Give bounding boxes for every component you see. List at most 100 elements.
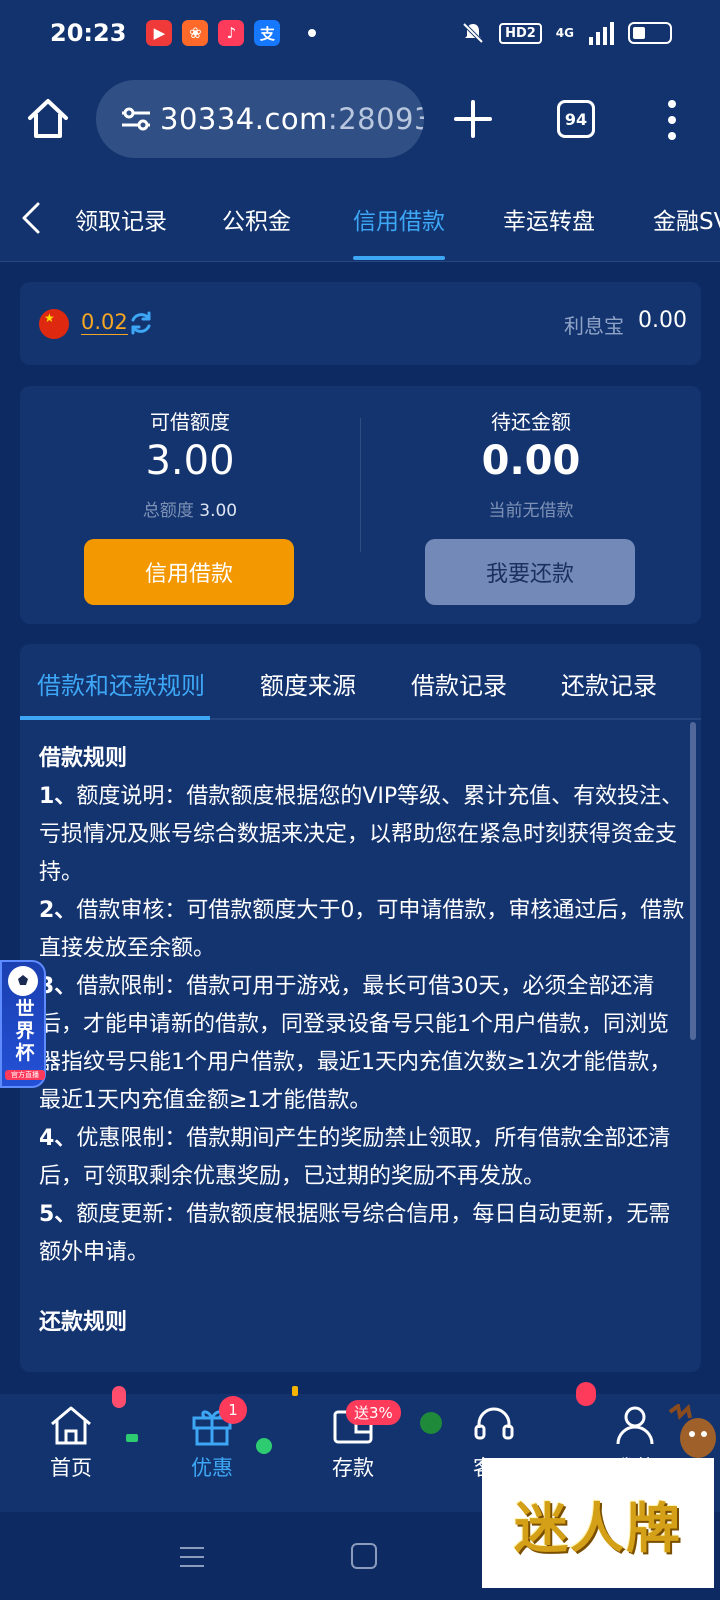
hd-badge: HD2 xyxy=(499,22,542,44)
world-cup-floating-badge[interactable]: 世界杯 官方直播 xyxy=(0,960,46,1088)
rule-item-2: 2、借款审核：可借款额度大于0，可申请借款，审核通过后，借款直接发放至余额。 xyxy=(39,892,687,968)
nav-promotions[interactable]: 优惠 1 xyxy=(167,1396,257,1482)
status-time: 20:23 xyxy=(50,19,127,47)
watermark-logo: 迷人牌 xyxy=(482,1458,714,1588)
watermark-text: 迷人牌 xyxy=(514,1495,682,1560)
tab-switcher-button[interactable]: 94 xyxy=(557,100,595,138)
nav-home[interactable]: 首页 xyxy=(26,1402,116,1482)
rule-num: 4、 xyxy=(39,1126,77,1151)
interest-treasure-value: 0.00 xyxy=(638,308,687,333)
rule-title: 借款审核： xyxy=(76,898,187,923)
total-credit: 总额度 3.00 xyxy=(20,496,360,521)
tab-finance-svip[interactable]: 金融SVIP xyxy=(653,202,720,236)
battery-level xyxy=(633,27,645,39)
url-port: :28093 xyxy=(327,102,424,136)
world-cup-title: 世界杯 xyxy=(15,998,35,1064)
address-bar[interactable]: 30334.com:28093 xyxy=(96,80,424,158)
user-icon xyxy=(616,1406,654,1445)
soccer-ball-icon xyxy=(8,966,38,996)
page-nav-tabs: 领取记录 公积金 信用借款 幸运转盘 金融SVIP xyxy=(0,174,720,262)
url-text[interactable]: 30334.com:28093 xyxy=(160,102,424,136)
rules-panel: 借款和还款规则 额度来源 借款记录 还款记录 借款规则 1、额度说明：借款额度根… xyxy=(20,644,701,1372)
rules-tabs: 借款和还款规则 额度来源 借款记录 还款记录 xyxy=(20,644,701,720)
home-icon xyxy=(51,1406,91,1445)
network-type: 4G xyxy=(555,26,574,40)
rule-item-5: 5、额度更新：借款额度根据账号综合信用，每日自动更新，无需额外申请。 xyxy=(39,1196,687,1272)
pending-repay-label: 待还金额 xyxy=(491,410,571,434)
tab-credit-source[interactable]: 额度来源 xyxy=(260,666,356,701)
status-bar: 20:23 ▶ ❀ ♪ 支 HD2 4G xyxy=(0,0,720,66)
no-loan-text: 当前无借款 xyxy=(488,501,574,521)
rule-title: 额度说明： xyxy=(76,784,187,809)
deposit-promo-badge: 送3% xyxy=(346,1400,401,1425)
tab-lucky-wheel[interactable]: 幸运转盘 xyxy=(503,202,595,236)
moose-mascot-icon xyxy=(668,1404,716,1458)
confetti-decoration xyxy=(292,1386,298,1396)
promotions-count-badge: 1 xyxy=(219,1396,247,1424)
video-app-icon: ▶ xyxy=(146,20,173,46)
rule-num: 2、 xyxy=(39,898,77,923)
confetti-decoration xyxy=(420,1412,442,1434)
active-tab-indicator xyxy=(353,256,445,260)
interest-treasure-label: 利息宝 xyxy=(564,314,624,338)
chevron-left-icon[interactable] xyxy=(18,200,44,236)
system-home-icon[interactable] xyxy=(351,1543,377,1569)
world-cup-subtitle: 官方直播 xyxy=(5,1070,45,1080)
rule-title: 额度更新： xyxy=(76,1202,187,1227)
credit-loan-button[interactable]: 信用借款 xyxy=(84,539,294,605)
url-host: 30334.com xyxy=(160,102,328,136)
refresh-icon[interactable] xyxy=(128,310,154,336)
tab-provident-fund[interactable]: 公积金 xyxy=(222,202,291,236)
nav-deposit-label: 存款 xyxy=(332,1456,374,1480)
total-credit-value: 3.00 xyxy=(199,501,238,521)
notification-dot-icon xyxy=(308,29,317,37)
confetti-decoration xyxy=(576,1382,596,1406)
rule-title: 优惠限制： xyxy=(76,1126,187,1151)
tab-repay-records[interactable]: 还款记录 xyxy=(561,666,657,701)
rule-item-3: 3、借款限制：借款可用于游戏，最长可借30天，必须全部还清后，才能申请新的借款，… xyxy=(39,968,687,1120)
rules-active-tab-indicator xyxy=(20,716,210,720)
rule-item-1: 1、额度说明：借款额度根据您的VIP等级、累计充值、有效投注、亏损情况及账号综合… xyxy=(39,778,687,892)
confetti-decoration xyxy=(256,1438,272,1454)
alipay-app-icon: 支 xyxy=(254,20,281,46)
rule-num: 1、 xyxy=(39,784,77,809)
nav-home-label: 首页 xyxy=(50,1456,92,1480)
signal-icon xyxy=(589,22,614,45)
nav-promotions-label: 优惠 xyxy=(191,1456,233,1480)
headset-icon xyxy=(474,1407,514,1440)
home-icon[interactable] xyxy=(26,96,70,140)
battery-icon xyxy=(628,22,672,44)
mute-bell-icon xyxy=(462,22,484,44)
rules-content: 借款规则 1、额度说明：借款额度根据您的VIP等级、累计充值、有效投注、亏损情况… xyxy=(39,740,687,1342)
status-indicators: HD2 4G xyxy=(461,21,672,45)
china-flag-icon: ★ xyxy=(39,309,69,339)
recent-apps-icon[interactable] xyxy=(178,1544,206,1570)
rule-title: 借款限制： xyxy=(76,974,187,999)
tab-receive-records[interactable]: 领取记录 xyxy=(75,202,167,236)
credit-summary-card: 可借额度 3.00 总额度 3.00 待还金额 0.00 当前无借款 信用借款 … xyxy=(20,386,701,624)
confetti-decoration xyxy=(126,1434,138,1442)
confetti-decoration xyxy=(112,1386,126,1408)
tab-loan-repay-rules[interactable]: 借款和还款规则 xyxy=(37,666,205,701)
nav-deposit[interactable]: 存款 送3% xyxy=(308,1400,401,1482)
rule-item-4: 4、优惠限制：借款期间产生的奖励禁止领取，所有借款全部还清后，可领取剩余优惠奖励… xyxy=(39,1120,687,1196)
pending-repay-value: 0.00 xyxy=(481,438,581,484)
loan-rules-heading: 借款规则 xyxy=(39,746,128,771)
site-settings-icon[interactable] xyxy=(116,99,156,139)
tab-credit-loan[interactable]: 信用借款 xyxy=(353,202,445,236)
total-credit-label: 总额度 xyxy=(142,501,194,521)
rules-scrollbar[interactable] xyxy=(690,722,696,1040)
more-menu-icon[interactable] xyxy=(666,98,678,142)
tab-loan-records[interactable]: 借款记录 xyxy=(411,666,507,701)
repay-button[interactable]: 我要还款 xyxy=(425,539,635,605)
rule-num: 5、 xyxy=(39,1202,77,1227)
wallet-balance[interactable]: 0.02 xyxy=(81,310,128,335)
shop-app-icon: ❀ xyxy=(182,20,209,46)
browser-toolbar: 30334.com:28093 94 xyxy=(0,66,720,174)
new-tab-icon[interactable] xyxy=(452,98,494,140)
music-app-icon: ♪ xyxy=(218,20,245,46)
available-credit-value: 3.00 xyxy=(145,438,235,484)
repay-rules-heading: 还款规则 xyxy=(39,1310,128,1335)
available-credit-label: 可借额度 xyxy=(150,410,230,434)
